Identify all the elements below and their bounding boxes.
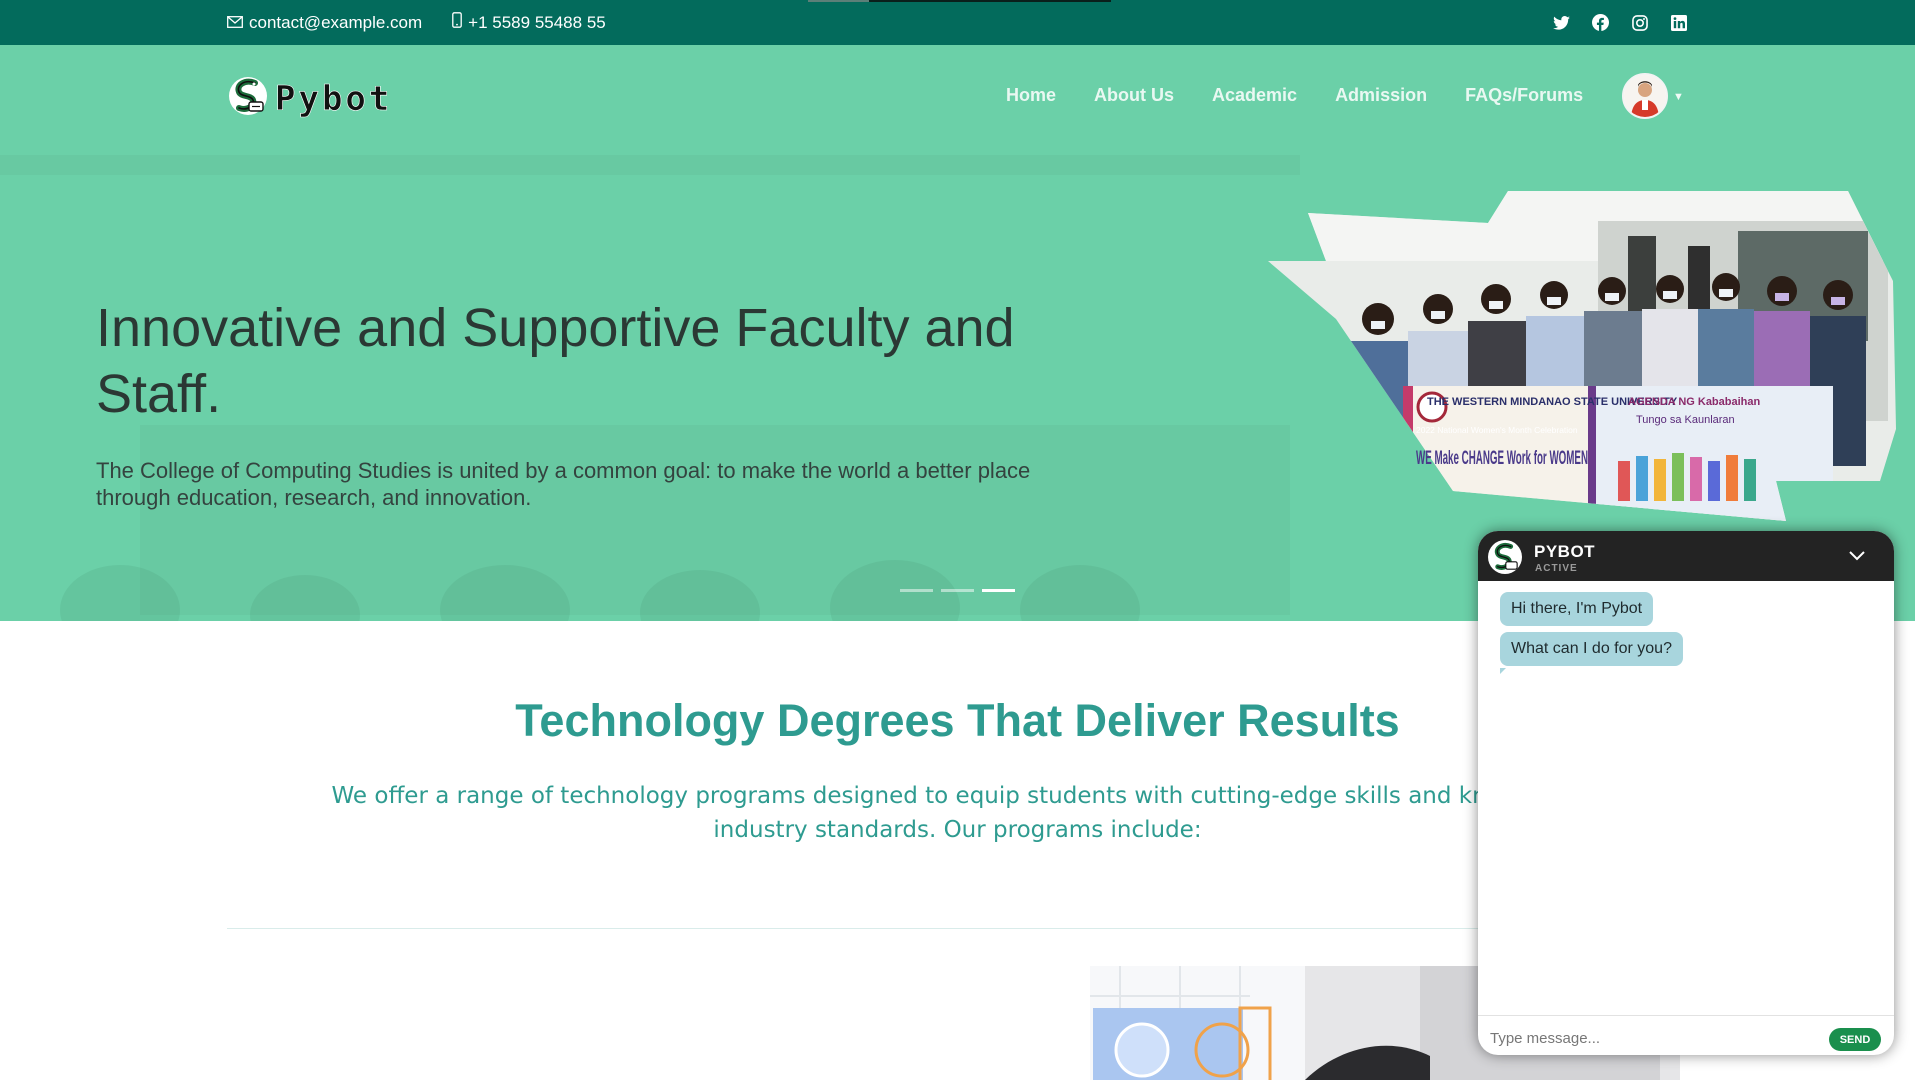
chatbot-status: ACTIVE <box>1535 563 1578 574</box>
chat-bubble: Hi there, I'm Pybot <box>1500 592 1654 626</box>
section-divider <box>227 928 1690 929</box>
hero-title: Innovative and Supportive Faculty and St… <box>96 298 1015 424</box>
chat-bubble: What can I do for you? <box>1500 632 1683 666</box>
nav-academic[interactable]: Academic <box>1212 85 1297 106</box>
carousel-indicator-3[interactable] <box>982 589 1015 592</box>
banner-agenda-subtext: Tungo sa Kaunlaran <box>1636 414 1735 426</box>
envelope-icon <box>227 13 243 33</box>
chevron-down-icon[interactable]: ▼ <box>1673 91 1684 103</box>
page-loading-bar <box>808 0 1111 2</box>
facebook-icon[interactable] <box>1592 14 1609 31</box>
banner-agenda-text: AGENDA NG Kababaihan <box>1628 396 1761 408</box>
chatbot-avatar <box>1488 540 1522 574</box>
chatbot-name: PYBOT <box>1534 542 1596 561</box>
chat-widget: PYBOT ACTIVE Hi there, I'm Pybot What ca… <box>1478 531 1894 1055</box>
instagram-icon[interactable] <box>1631 14 1648 31</box>
snake-logo-icon <box>227 75 269 122</box>
bubble-tail <box>1500 668 1506 674</box>
chat-compose-bar: ∕∕ SEND <box>1478 1015 1894 1055</box>
chat-message: What can I do for you? <box>1500 632 1872 674</box>
contact-phone[interactable]: +1 5589 55488 55 <box>452 12 606 33</box>
nav-admission[interactable]: Admission <box>1335 85 1427 106</box>
nav-about-us[interactable]: About Us <box>1094 85 1174 106</box>
contact-email-text: contact@example.com <box>249 12 423 32</box>
nav-faqs-forums[interactable]: FAQs/Forums <box>1465 85 1583 106</box>
chat-message-input[interactable] <box>1490 1026 1810 1050</box>
chat-header[interactable]: PYBOT ACTIVE <box>1478 531 1894 581</box>
nav-home[interactable]: Home <box>1006 85 1056 106</box>
section-description: We offer a range of technology programs … <box>331 783 1584 843</box>
chat-send-button[interactable]: SEND <box>1829 1028 1881 1051</box>
linkedin-icon[interactable] <box>1670 14 1687 31</box>
twitter-icon[interactable] <box>1553 14 1570 31</box>
carousel-indicator-1[interactable] <box>900 589 933 592</box>
carousel-indicator-2[interactable] <box>941 589 974 592</box>
user-avatar[interactable] <box>1622 73 1668 119</box>
hero-description: The College of Computing Studies is unit… <box>96 458 1031 510</box>
main-nav: Home About Us Academic Admission FAQs/Fo… <box>1006 45 1583 145</box>
hero-bg-shape <box>0 155 1300 175</box>
site-logo[interactable]: Pybot <box>227 75 392 122</box>
chat-message: Hi there, I'm Pybot <box>1500 592 1872 632</box>
contact-phone-text: +1 5589 55488 55 <box>468 12 606 32</box>
site-logo-text: Pybot <box>275 78 393 119</box>
chevron-down-icon[interactable] <box>1846 545 1868 567</box>
phone-icon <box>452 12 463 33</box>
carousel-indicators <box>900 589 1015 592</box>
banner-main-text: WE Make CHANGE Work for WOMEN <box>1416 448 1588 469</box>
main-navbar: Pybot Home About Us Academic Admission F… <box>0 45 1915 145</box>
contact-email[interactable]: contact@example.com <box>227 13 422 33</box>
top-contact-bar: contact@example.com +1 5589 55488 55 <box>0 0 1915 45</box>
chat-messages: Hi there, I'm Pybot What can I do for yo… <box>1478 581 1894 1015</box>
banner-subtitle-text: 2022 National Women's Month Celebration <box>1416 425 1578 435</box>
